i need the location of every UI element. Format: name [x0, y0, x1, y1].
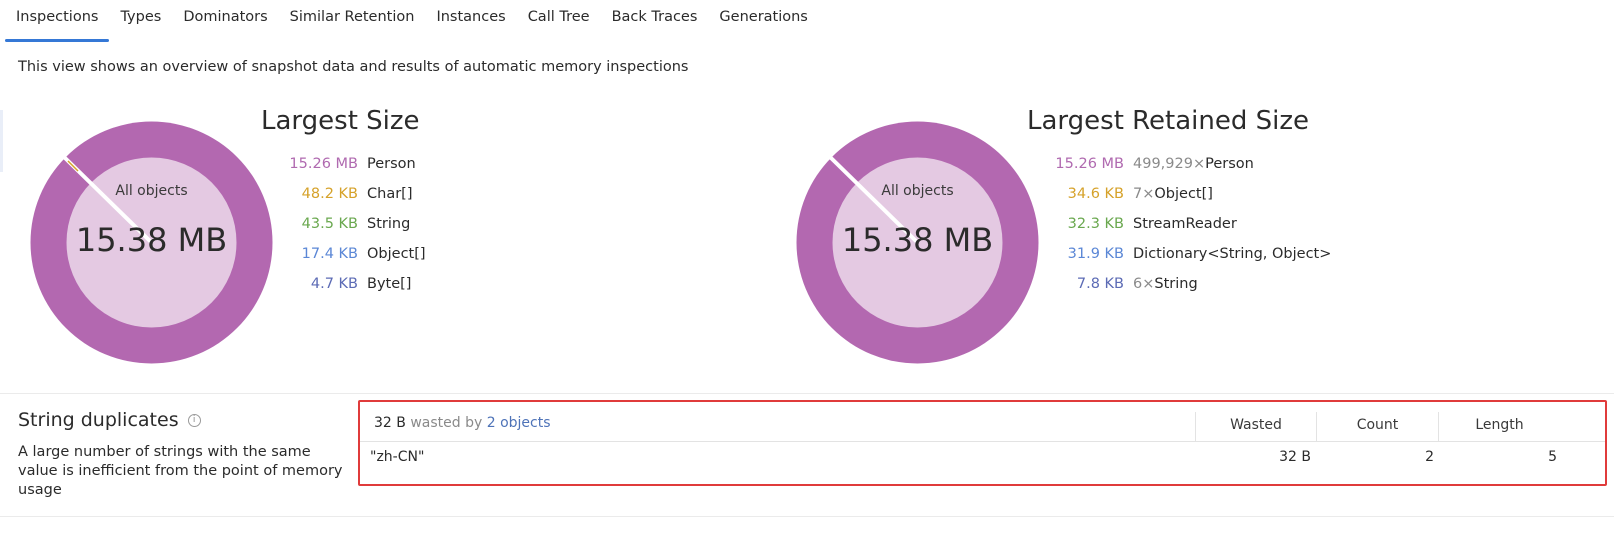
- left-edge-marker: [0, 110, 3, 172]
- bottom-divider: [0, 516, 1614, 517]
- largest-retained-size-donut[interactable]: All objects 15.38 MB: [796, 121, 1039, 364]
- legend-name: Dictionary<String, Object>: [1133, 246, 1332, 262]
- legend-name: String: [1154, 276, 1198, 292]
- donut-total: 15.38 MB: [841, 221, 994, 259]
- string-duplicates-description: A large number of strings with the same …: [18, 444, 343, 498]
- legend-name: StreamReader: [1133, 216, 1237, 232]
- legend-item[interactable]: 34.6 KB 7× Object[]: [1036, 179, 1331, 209]
- wasted-cell: 32 B: [1279, 449, 1311, 465]
- legend-item[interactable]: 31.9 KB Dictionary<String, Object>: [1036, 239, 1332, 269]
- legend-size: 17.4 KB: [301, 246, 358, 262]
- legend-size: 15.26 MB: [1055, 156, 1124, 172]
- legend-count: 7×: [1133, 186, 1155, 202]
- largest-size-title: Largest Size: [261, 106, 420, 136]
- summary-wasted-by: wasted by: [410, 415, 483, 431]
- legend-item[interactable]: 15.26 MB 499,929× Person: [1036, 149, 1331, 179]
- tab-inspections[interactable]: Inspections: [5, 0, 110, 42]
- duplicates-summary: 32 B wasted by 2 objects: [374, 415, 551, 431]
- tab-generations[interactable]: Generations: [708, 0, 818, 42]
- legend-size: 32.3 KB: [1067, 216, 1124, 232]
- string-duplicates-title: String duplicates: [18, 409, 179, 431]
- donut-label: All objects: [115, 183, 188, 199]
- legend-size: 34.6 KB: [1067, 186, 1124, 202]
- tab-dominators[interactable]: Dominators: [172, 0, 278, 42]
- section-divider: [0, 393, 1614, 394]
- info-icon[interactable]: i: [187, 413, 201, 427]
- legend-name: String: [367, 216, 411, 232]
- legend-size: 4.7 KB: [310, 276, 358, 292]
- tab-instances[interactable]: Instances: [425, 0, 516, 42]
- column-header-length[interactable]: Length: [1438, 412, 1560, 442]
- tab-types[interactable]: Types: [109, 0, 172, 42]
- largest-retained-size-legend: 15.26 MB 499,929× Person 34.6 KB 7× Obje…: [1036, 149, 1331, 299]
- table-header: 32 B wasted by 2 objects Wasted Count Le…: [360, 412, 1605, 442]
- column-header-wasted[interactable]: Wasted: [1195, 412, 1316, 442]
- legend-count: 499,929×: [1133, 156, 1206, 172]
- legend-name: Object[]: [1154, 186, 1213, 202]
- summary-objects-link[interactable]: 2 objects: [487, 415, 551, 431]
- legend-size: 15.26 MB: [289, 156, 358, 172]
- string-value-cell: "zh-CN": [370, 449, 425, 465]
- legend-name: Person: [1205, 156, 1254, 172]
- legend-size: 31.9 KB: [1067, 246, 1124, 262]
- legend-size: 43.5 KB: [301, 216, 358, 232]
- largest-size-legend: 15.26 MB Person 48.2 KB Char[] 43.5 KB S…: [270, 149, 426, 299]
- table-row[interactable]: "zh-CN" 32 B 2 5: [360, 442, 1605, 472]
- count-cell: 2: [1425, 449, 1434, 465]
- legend-item[interactable]: 7.8 KB 6× String: [1036, 269, 1331, 299]
- legend-item[interactable]: 17.4 KB Object[]: [270, 239, 426, 269]
- legend-item[interactable]: 32.3 KB StreamReader: [1036, 209, 1331, 239]
- donut-total: 15.38 MB: [75, 221, 228, 259]
- tab-call-tree[interactable]: Call Tree: [517, 0, 601, 42]
- legend-size: 48.2 KB: [301, 186, 358, 202]
- largest-retained-size-title: Largest Retained Size: [1027, 106, 1310, 136]
- legend-name: Byte[]: [367, 276, 412, 292]
- string-duplicates-heading: String duplicates i: [18, 409, 201, 431]
- tab-similar-retention[interactable]: Similar Retention: [279, 0, 426, 42]
- legend-item[interactable]: 48.2 KB Char[]: [270, 179, 426, 209]
- largest-size-donut[interactable]: All objects 15.38 MB: [30, 121, 273, 364]
- column-header-count[interactable]: Count: [1316, 412, 1438, 442]
- legend-count: 6×: [1133, 276, 1155, 292]
- legend-name: Person: [367, 156, 416, 172]
- legend-size: 7.8 KB: [1076, 276, 1124, 292]
- donut-label: All objects: [881, 183, 954, 199]
- intro-text: This view shows an overview of snapshot …: [18, 59, 689, 75]
- view-tabs: Inspections Types Dominators Similar Ret…: [0, 0, 1614, 42]
- tab-back-traces[interactable]: Back Traces: [601, 0, 709, 42]
- legend-name: Char[]: [367, 186, 413, 202]
- string-duplicates-table: 32 B wasted by 2 objects Wasted Count Le…: [358, 400, 1607, 486]
- summary-amount: 32 B: [374, 415, 406, 431]
- legend-item[interactable]: 4.7 KB Byte[]: [270, 269, 426, 299]
- legend-item[interactable]: 43.5 KB String: [270, 209, 426, 239]
- legend-item[interactable]: 15.26 MB Person: [270, 149, 426, 179]
- legend-name: Object[]: [367, 246, 426, 262]
- length-cell: 5: [1548, 449, 1557, 465]
